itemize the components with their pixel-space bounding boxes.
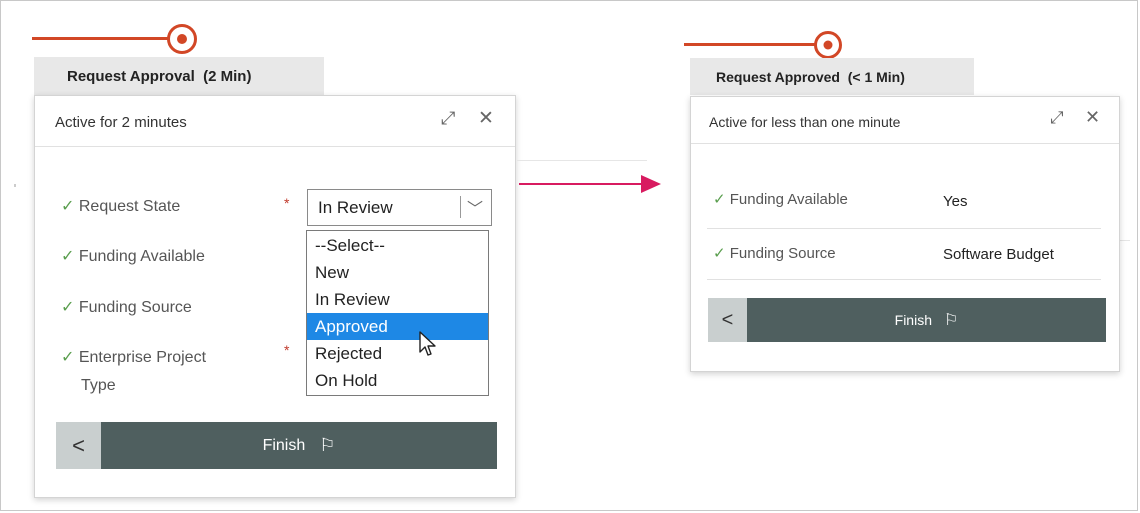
expand-icon[interactable]: ⤢ — [441, 108, 455, 129]
flyout-footer: < Finish ⚐ — [708, 298, 1106, 342]
field-label-text: Funding Source — [729, 245, 836, 262]
field-label-text: Enterprise Project — [78, 349, 207, 366]
arrow-head-icon — [641, 175, 661, 193]
active-duration-text: Active for less than one minute — [709, 114, 901, 130]
request-state-select[interactable]: In Review ﹀ — [307, 189, 492, 226]
funding-source-value: Software Budget — [943, 246, 1054, 263]
active-duration-text: Active for 2 minutes — [55, 114, 187, 131]
finish-button[interactable]: Finish ⚐ — [747, 298, 1106, 342]
request-state-dropdown[interactable]: --Select-- New In Review Approved Reject… — [306, 230, 489, 396]
finish-button[interactable]: Finish ⚐ — [101, 422, 497, 469]
finish-label: Finish — [894, 312, 932, 328]
flyout-header: Active for less than one minute ⤢ ✕ — [691, 97, 1119, 144]
dropdown-option[interactable]: In Review — [307, 286, 488, 313]
stage-progress-line — [32, 37, 170, 40]
funding-available-value: Yes — [943, 193, 968, 210]
field-label-text: Funding Available — [729, 191, 848, 208]
field-label-text: Funding Available — [78, 248, 205, 265]
required-asterisk: * — [284, 195, 290, 211]
close-icon[interactable]: ✕ — [478, 107, 494, 130]
field-funding-source: ✓ Funding Source — [713, 244, 836, 262]
background-line — [1120, 240, 1130, 241]
check-icon: ✓ — [713, 191, 726, 208]
select-value: In Review — [318, 198, 393, 217]
stage-tab-request-approved[interactable]: Request Approved (< 1 Min) — [690, 58, 974, 95]
select-separator — [460, 196, 461, 218]
stage-title: Request Approval (2 Min) — [67, 67, 252, 85]
back-button[interactable]: < — [56, 422, 101, 469]
dropdown-option[interactable]: On Hold — [307, 367, 488, 394]
field-label-text: Request State — [78, 198, 181, 215]
transition-arrow — [519, 183, 647, 185]
dropdown-option[interactable]: Rejected — [307, 340, 488, 367]
stage-tab-request-approval[interactable]: Request Approval (2 Min) — [34, 57, 324, 95]
stage-title: Request Approved (< 1 Min) — [716, 68, 905, 85]
field-label-text-cont: Type — [81, 377, 116, 394]
expand-icon[interactable]: ⤢ — [1050, 108, 1064, 128]
flyout-footer: < Finish ⚐ — [56, 422, 497, 469]
background-mark — [14, 184, 16, 187]
check-icon: ✓ — [61, 198, 75, 215]
check-icon: ✓ — [61, 349, 75, 366]
active-stage-indicator-icon — [167, 24, 197, 54]
field-enterprise-project-type[interactable]: ✓ Enterprise Project Type — [61, 344, 206, 400]
field-label-text: Funding Source — [78, 299, 192, 316]
pointer-cursor-icon — [419, 331, 436, 356]
dropdown-option[interactable]: New — [307, 259, 488, 286]
dropdown-option-highlighted[interactable]: Approved — [307, 313, 488, 340]
check-icon: ✓ — [61, 299, 75, 316]
check-icon: ✓ — [713, 245, 726, 262]
close-icon[interactable]: ✕ — [1085, 107, 1100, 128]
flyout-header: Active for 2 minutes ⤢ ✕ — [35, 96, 515, 147]
finish-label: Finish — [262, 436, 306, 454]
active-stage-indicator-icon — [814, 31, 842, 59]
field-funding-source[interactable]: ✓ Funding Source — [61, 297, 192, 317]
back-button[interactable]: < — [708, 298, 747, 342]
flag-icon: ⚐ — [319, 435, 336, 455]
chevron-down-icon[interactable]: ﹀ — [467, 195, 483, 219]
field-label: ✓ Request State — [61, 196, 180, 216]
stage-flyout: Active for less than one minute ⤢ ✕ ✓ Fu… — [690, 96, 1120, 372]
check-icon: ✓ — [61, 248, 75, 265]
stage-progress-line — [684, 43, 817, 46]
row-divider — [707, 279, 1101, 280]
row-divider — [707, 228, 1101, 229]
required-asterisk: * — [284, 342, 290, 358]
background-line — [517, 160, 647, 161]
dropdown-option[interactable]: --Select-- — [307, 232, 488, 259]
field-funding-available: ✓ Funding Available — [713, 190, 848, 208]
flag-icon: ⚐ — [944, 312, 959, 329]
field-funding-available[interactable]: ✓ Funding Available — [61, 246, 205, 266]
